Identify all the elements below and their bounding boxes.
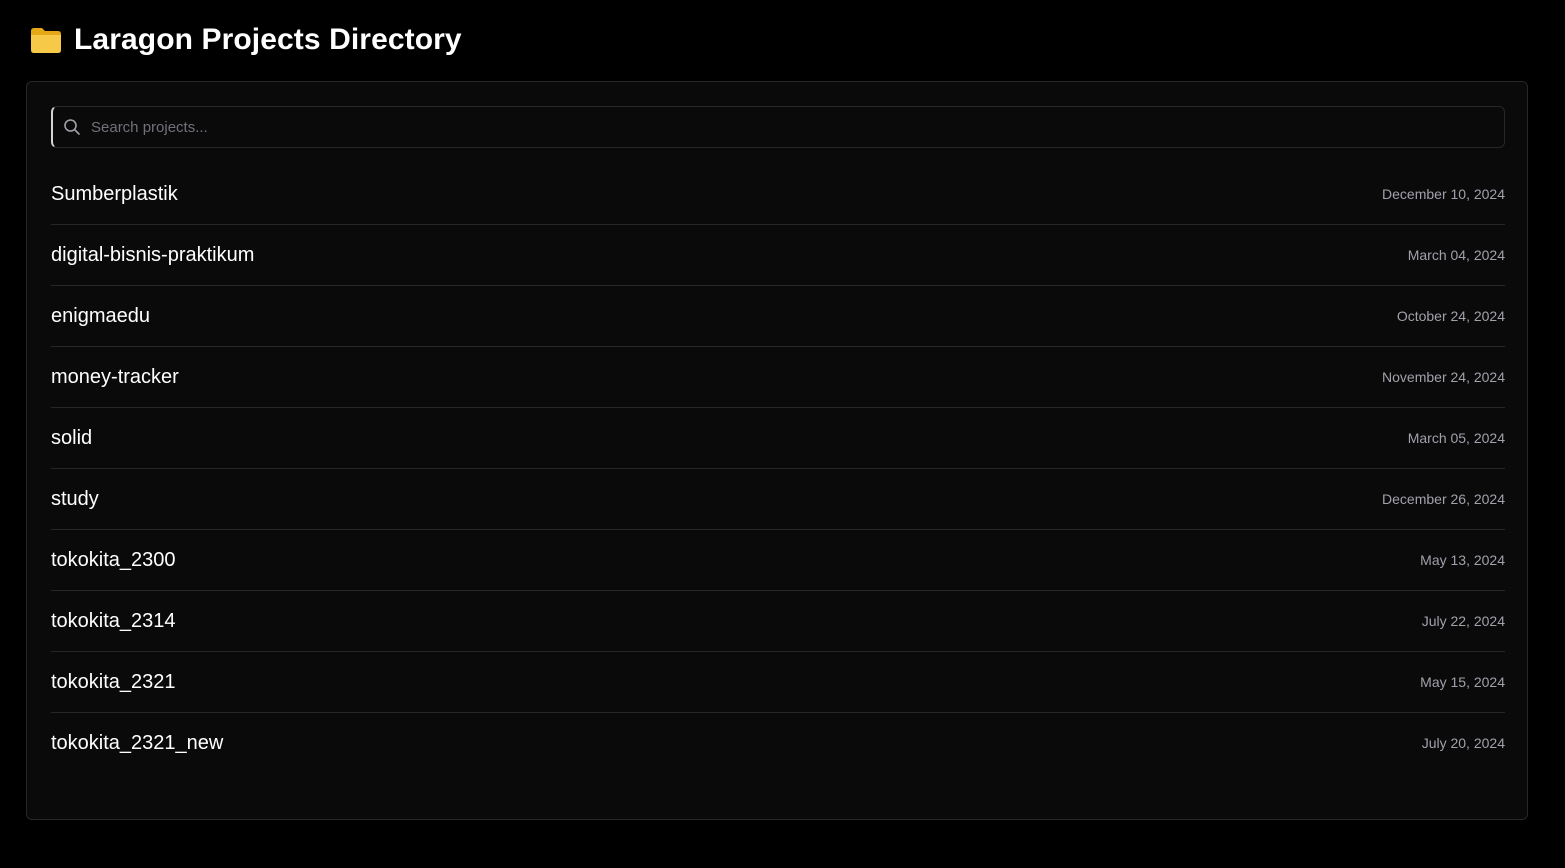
folder-icon	[30, 26, 62, 54]
project-name-link[interactable]: tokokita_2314	[51, 610, 176, 633]
project-name-link[interactable]: tokokita_2321_new	[51, 732, 223, 755]
project-date: December 10, 2024	[1382, 186, 1505, 202]
project-date: July 22, 2024	[1421, 613, 1505, 629]
project-date: December 26, 2024	[1382, 491, 1505, 507]
project-row[interactable]: study December 26, 2024	[51, 469, 1505, 530]
project-name-link[interactable]: tokokita_2321	[51, 671, 176, 694]
project-row[interactable]: tokokita_2314 July 22, 2024	[51, 591, 1505, 652]
search-input[interactable]	[91, 107, 1504, 147]
project-name-link[interactable]: money-tracker	[51, 366, 179, 389]
search-box	[51, 106, 1505, 148]
projects-panel: Sumberplastik December 10, 2024 digital-bi…	[26, 81, 1528, 820]
project-row[interactable]: enigmaedu October 24, 2024	[51, 286, 1505, 347]
project-name-link[interactable]: solid	[51, 427, 92, 450]
project-list: Sumberplastik December 10, 2024 digital-bi…	[51, 164, 1505, 773]
project-date: October 24, 2024	[1396, 308, 1505, 324]
page-header: Laragon Projects Directory	[30, 20, 462, 60]
project-date: March 05, 2024	[1407, 430, 1505, 446]
project-date: March 04, 2024	[1407, 247, 1505, 263]
project-date: November 24, 2024	[1382, 369, 1505, 385]
project-name-link[interactable]: tokokita_2300	[51, 549, 176, 572]
project-name-link[interactable]: enigmaedu	[51, 305, 150, 328]
project-row[interactable]: digital-bisnis-praktikum March 04, 2024	[51, 225, 1505, 286]
project-date: May 13, 2024	[1420, 552, 1505, 568]
project-row[interactable]: money-tracker November 24, 2024	[51, 347, 1505, 408]
project-date: July 20, 2024	[1421, 735, 1505, 751]
project-name-link[interactable]: digital-bisnis-praktikum	[51, 244, 254, 267]
project-row[interactable]: Sumberplastik December 10, 2024	[51, 164, 1505, 225]
project-date: May 15, 2024	[1420, 674, 1505, 690]
search-icon	[63, 118, 81, 136]
project-name-link[interactable]: study	[51, 488, 99, 511]
project-row[interactable]: tokokita_2321 May 15, 2024	[51, 652, 1505, 713]
project-name-link[interactable]: Sumberplastik	[51, 183, 178, 206]
page-title: Laragon Projects Directory	[74, 23, 462, 56]
project-row[interactable]: tokokita_2300 May 13, 2024	[51, 530, 1505, 591]
project-row[interactable]: solid March 05, 2024	[51, 408, 1505, 469]
project-row[interactable]: tokokita_2321_new July 20, 2024	[51, 713, 1505, 773]
